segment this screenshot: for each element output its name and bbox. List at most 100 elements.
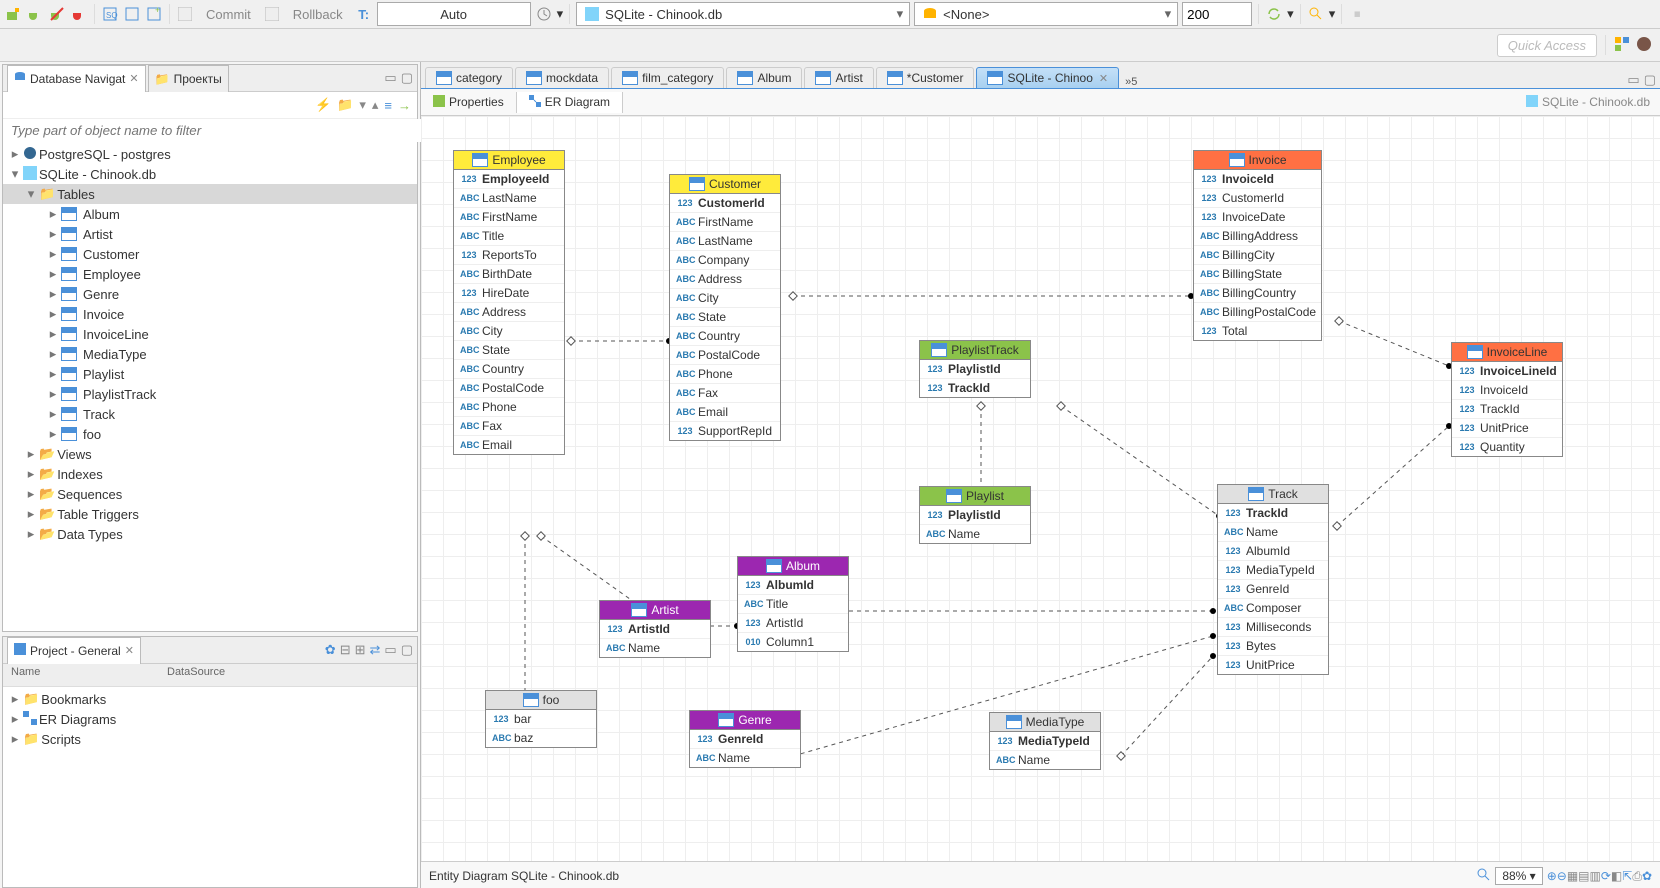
zoom-out-icon[interactable]: ⊖ bbox=[1557, 869, 1567, 883]
sql-editor-icon[interactable]: SQL bbox=[101, 5, 119, 23]
entity-column[interactable]: ABCCity bbox=[454, 322, 564, 341]
sql-script-icon[interactable] bbox=[123, 5, 141, 23]
chevron-up-icon[interactable]: ▴ bbox=[372, 97, 379, 113]
entity-column[interactable]: 123EmployeeId bbox=[454, 170, 564, 189]
entity-column[interactable]: 123PlaylistId bbox=[920, 360, 1030, 379]
collapse-icon[interactable]: ⊟ bbox=[340, 642, 351, 658]
tree-table-playlist[interactable]: ▸Playlist bbox=[3, 364, 417, 384]
editor-tab-film_category[interactable]: film_category bbox=[611, 67, 724, 88]
plug-red-icon[interactable] bbox=[70, 5, 88, 23]
close-icon[interactable]: ✕ bbox=[125, 644, 134, 657]
tree-table-playlisttrack[interactable]: ▸PlaylistTrack bbox=[3, 384, 417, 404]
project-item-bookmarks[interactable]: ▸📁Bookmarks bbox=[3, 689, 417, 709]
entity-header[interactable]: Artist bbox=[600, 601, 710, 620]
entity-header[interactable]: foo bbox=[486, 691, 596, 710]
tab-db-navigator[interactable]: Database Navigat ✕ bbox=[7, 65, 146, 92]
tx-mode-combo[interactable]: Auto bbox=[377, 2, 531, 26]
entity-artist[interactable]: Artist123ArtistIdABCName bbox=[599, 600, 711, 658]
entity-column[interactable]: ABCName bbox=[990, 751, 1100, 769]
entity-column[interactable]: ABCTitle bbox=[738, 595, 848, 614]
entity-column[interactable]: ABCFirstName bbox=[670, 213, 780, 232]
entity-column[interactable]: ABCBillingCity bbox=[1194, 246, 1321, 265]
entity-header[interactable]: Invoice bbox=[1194, 151, 1321, 170]
zoom-in-icon[interactable]: ⊕ bbox=[1547, 869, 1557, 883]
project-item-er-diagrams[interactable]: ▸ER Diagrams bbox=[3, 709, 417, 729]
tree-table-mediatype[interactable]: ▸MediaType bbox=[3, 344, 417, 364]
entity-column[interactable]: ABCName bbox=[600, 639, 710, 657]
entity-column[interactable]: 123TrackId bbox=[1452, 400, 1562, 419]
entity-column[interactable]: ABCLastName bbox=[454, 189, 564, 208]
entity-column[interactable]: ABCEmail bbox=[670, 403, 780, 422]
entity-column[interactable]: 123Bytes bbox=[1218, 637, 1328, 656]
tree-table-genre[interactable]: ▸Genre bbox=[3, 284, 417, 304]
entity-column[interactable]: ABCName bbox=[690, 749, 800, 767]
new-folder-icon[interactable]: 📁 bbox=[337, 97, 353, 113]
entity-header[interactable]: PlaylistTrack bbox=[920, 341, 1030, 360]
entity-invoiceline[interactable]: InvoiceLine123InvoiceLineId123InvoiceId1… bbox=[1451, 342, 1563, 457]
entity-column[interactable]: 123CustomerId bbox=[1194, 189, 1321, 208]
entity-column[interactable]: ABCPhone bbox=[670, 365, 780, 384]
expand-icon[interactable]: ⊞ bbox=[355, 642, 366, 658]
entity-customer[interactable]: Customer123CustomerIdABCFirstNameABCLast… bbox=[669, 174, 781, 441]
tree-table-track[interactable]: ▸Track bbox=[3, 404, 417, 424]
entity-column[interactable]: ABCAddress bbox=[454, 303, 564, 322]
er-diagram-canvas[interactable]: Employee123EmployeeIdABCLastNameABCFirst… bbox=[421, 116, 1660, 861]
chevron-down-icon[interactable]: ▾ bbox=[557, 6, 564, 22]
tab-properties[interactable]: Properties bbox=[421, 92, 517, 113]
datasource-combo[interactable]: SQLite - Chinook.db ▾ bbox=[576, 2, 910, 26]
rollback-icon[interactable] bbox=[263, 5, 281, 23]
close-icon[interactable]: ✕ bbox=[129, 72, 138, 85]
editor-tab-customer[interactable]: *Customer bbox=[876, 67, 975, 88]
entity-header[interactable]: Customer bbox=[670, 175, 780, 194]
entity-column[interactable]: ABCTitle bbox=[454, 227, 564, 246]
maximize-icon[interactable]: ▢ bbox=[401, 642, 413, 658]
entity-column[interactable]: 123InvoiceDate bbox=[1194, 208, 1321, 227]
maximize-icon[interactable]: ▢ bbox=[401, 70, 413, 86]
entity-column[interactable]: 123MediaTypeId bbox=[1218, 561, 1328, 580]
entity-column[interactable]: ABCCountry bbox=[670, 327, 780, 346]
editor-tab-mockdata[interactable]: mockdata bbox=[515, 67, 609, 88]
refresh-icon[interactable]: ⟳ bbox=[1601, 869, 1611, 883]
entity-column[interactable]: 123CustomerId bbox=[670, 194, 780, 213]
maximize-icon[interactable]: ▢ bbox=[1644, 72, 1656, 88]
entity-header[interactable]: Playlist bbox=[920, 487, 1030, 506]
entity-column[interactable]: 123ArtistId bbox=[600, 620, 710, 639]
tree-table-foo[interactable]: ▸foo bbox=[3, 424, 417, 444]
entity-column[interactable]: ABCBirthDate bbox=[454, 265, 564, 284]
entity-column[interactable]: 123InvoiceLineId bbox=[1452, 362, 1562, 381]
entity-column[interactable]: 010Column1 bbox=[738, 633, 848, 651]
entity-column[interactable]: ABCAddress bbox=[670, 270, 780, 289]
entity-column[interactable]: 123HireDate bbox=[454, 284, 564, 303]
zoom-combo[interactable]: 88% ▾ bbox=[1495, 867, 1542, 885]
entity-header[interactable]: Album bbox=[738, 557, 848, 576]
entity-column[interactable]: ABCLastName bbox=[670, 232, 780, 251]
tree-node-sqlite[interactable]: ▾SQLite - Chinook.db bbox=[3, 164, 417, 184]
entity-playlist[interactable]: Playlist123PlaylistIdABCName bbox=[919, 486, 1031, 544]
entity-foo[interactable]: foo123barABCbaz bbox=[485, 690, 597, 748]
close-icon[interactable]: ✕ bbox=[1099, 72, 1108, 85]
tree-table-artist[interactable]: ▸Artist bbox=[3, 224, 417, 244]
chevron-down-icon[interactable]: ▾ bbox=[359, 97, 366, 113]
gear-icon[interactable]: ✿ bbox=[325, 642, 336, 658]
entity-column[interactable]: ABCState bbox=[670, 308, 780, 327]
minimize-icon[interactable]: ▭ bbox=[384, 642, 396, 658]
entity-column[interactable]: ABCbaz bbox=[486, 729, 596, 747]
entity-album[interactable]: Album123AlbumIdABCTitle123ArtistId010Col… bbox=[737, 556, 849, 652]
new-connection-icon[interactable] bbox=[4, 5, 22, 23]
commit-icon[interactable] bbox=[176, 5, 194, 23]
entity-column[interactable]: 123Total bbox=[1194, 322, 1321, 340]
tree-table-invoiceline[interactable]: ▸InvoiceLine bbox=[3, 324, 417, 344]
tree-table-employee[interactable]: ▸Employee bbox=[3, 264, 417, 284]
breadcrumb-text[interactable]: SQLite - Chinook.db bbox=[1542, 95, 1650, 109]
entity-header[interactable]: MediaType bbox=[990, 713, 1100, 732]
entity-column[interactable]: 123MediaTypeId bbox=[990, 732, 1100, 751]
entity-column[interactable]: 123GenreId bbox=[1218, 580, 1328, 599]
entity-column[interactable]: 123InvoiceId bbox=[1194, 170, 1321, 189]
chevron-down-icon[interactable]: ▾ bbox=[1329, 6, 1336, 22]
tree-table-album[interactable]: ▸Album bbox=[3, 204, 417, 224]
grid-icon[interactable]: ▤ bbox=[1578, 869, 1589, 883]
entity-column[interactable]: 123GenreId bbox=[690, 730, 800, 749]
editor-tab-sqlite - chinoo[interactable]: SQLite - Chinoo✕ bbox=[976, 67, 1119, 88]
entity-column[interactable]: ABCPhone bbox=[454, 398, 564, 417]
entity-column[interactable]: 123UnitPrice bbox=[1452, 419, 1562, 438]
